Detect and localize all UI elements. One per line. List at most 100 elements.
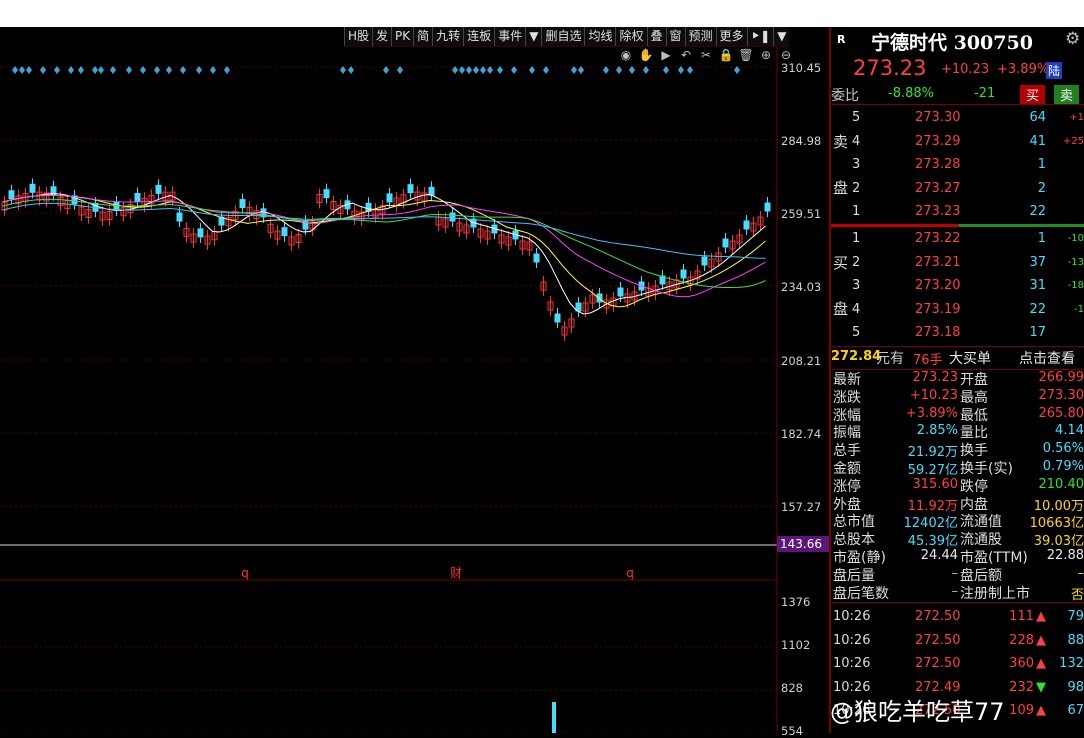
big-order-unit: 元有	[876, 348, 904, 368]
ask-row[interactable]: 4273.2941+25	[831, 131, 1084, 153]
buy-button[interactable]: 买	[1020, 85, 1045, 104]
chart-tool-icons: ◉ ✋ ▶ ↶ ✂ 🔒 🗑 ⊕ ⊖	[618, 48, 794, 62]
event-marker: q	[241, 566, 249, 580]
candle-body	[555, 314, 560, 322]
event-diamond	[529, 66, 535, 74]
ask-price: 273.23	[915, 204, 961, 219]
event-diamond	[348, 66, 354, 74]
bid-row[interactable]: 4273.1922-1	[831, 299, 1084, 321]
toolbar-button-4[interactable]: 九转	[432, 27, 463, 46]
candle-body	[324, 190, 329, 198]
ask-volume: 41	[1029, 134, 1046, 149]
ask-change: +25	[1063, 136, 1084, 147]
toolbar-button-8[interactable]: 删自选	[541, 27, 584, 46]
toolbar-button-0[interactable]: H股	[344, 27, 372, 46]
zoom-out-icon[interactable]: ⊖	[778, 48, 794, 62]
event-diamond	[578, 66, 584, 74]
event-diamond	[543, 66, 549, 74]
kline-chart-area[interactable]: q财q	[0, 27, 778, 733]
weibi-value: -21	[974, 86, 995, 101]
ask-row[interactable]: 2273.272	[831, 178, 1084, 200]
gear-icon[interactable]: ⚙	[1065, 29, 1080, 49]
ask-row[interactable]: 5273.3064+1	[831, 107, 1084, 129]
price-tick: 157.27	[781, 500, 821, 514]
candle-body	[240, 200, 245, 208]
toolbar-button-5[interactable]: 连板	[463, 27, 494, 46]
candle-body	[450, 213, 455, 221]
stat-value: 2.85%	[917, 423, 958, 438]
weibi-row: 委比 -8.88% -21 买 卖	[831, 84, 1084, 105]
stats-row: 盘后笔数–注册制上市否	[831, 583, 1084, 601]
bid-level: 3	[852, 278, 860, 293]
eye-icon[interactable]: ◉	[618, 48, 634, 62]
ask-row[interactable]: 3273.281	[831, 154, 1084, 176]
undo-icon[interactable]: ↶	[678, 48, 694, 62]
ask-change: +1	[1069, 112, 1084, 123]
toolbar-button-6[interactable]: 事件	[494, 27, 525, 46]
ask-level: 2	[852, 181, 860, 196]
tick-time: 10:26	[833, 609, 870, 624]
ask-row[interactable]: 1273.2322	[831, 201, 1084, 223]
volume-tick: 828	[781, 681, 803, 695]
toolbar-button-3[interactable]: 简	[413, 27, 432, 46]
stock-name: 宁德时代 300750	[871, 28, 1033, 55]
event-diamond	[497, 66, 503, 74]
view-big-order-link[interactable]: 点击查看	[1019, 348, 1075, 368]
bid-level: 2	[852, 255, 860, 270]
kline-chart-svg[interactable]: q财q	[0, 27, 778, 733]
bid-volume: 31	[1029, 278, 1046, 293]
event-diamond	[663, 66, 669, 74]
divider	[831, 602, 1084, 603]
trash-icon[interactable]: 🗑	[738, 48, 754, 62]
toolbar-button-14[interactable]: 更多	[716, 27, 747, 46]
play-icon[interactable]: ▶	[658, 48, 674, 62]
price-tick: 310.45	[781, 61, 821, 75]
sell-button[interactable]: 卖	[1054, 85, 1079, 104]
stat-value: 266.99	[1039, 370, 1084, 385]
hand-icon[interactable]: ✋	[638, 48, 654, 62]
volume-tick: 1376	[781, 595, 810, 609]
tick-time: 10:26	[833, 633, 870, 648]
bid-change: -10	[1068, 233, 1084, 244]
stat-value: 4.14	[1055, 423, 1084, 438]
zoom-in-icon[interactable]: ⊕	[758, 48, 774, 62]
arrow-down-icon: ▼	[1036, 680, 1046, 695]
bid-row[interactable]: 5273.1817	[831, 322, 1084, 344]
toolbar-button-12[interactable]: 窗	[666, 27, 685, 46]
ask-price: 273.30	[915, 110, 961, 125]
stat-value: 22.88	[1047, 548, 1084, 563]
toolbar-button-7[interactable]: ▼	[525, 27, 541, 46]
volume-tick: 1102	[781, 638, 810, 652]
stat-label: 盘后笔数	[833, 583, 889, 603]
ask-level: 4	[852, 134, 860, 149]
candle-body	[534, 254, 539, 262]
bid-price: 273.20	[915, 278, 961, 293]
bid-level: 4	[852, 302, 860, 317]
toolbar-button-16[interactable]: ▼	[773, 27, 789, 46]
toolbar-button-15[interactable]: ⯈❚	[747, 27, 774, 46]
scissors-icon[interactable]: ✂	[698, 48, 714, 62]
ask-price: 273.28	[915, 157, 961, 172]
volume-bar	[552, 702, 556, 733]
event-diamond	[154, 66, 160, 74]
bid-row[interactable]: 3273.2031-18	[831, 275, 1084, 297]
event-diamond	[678, 66, 684, 74]
toolbar-button-10[interactable]: 除权	[615, 27, 646, 46]
event-marker: q	[626, 566, 634, 580]
toolbar-button-2[interactable]: PK	[391, 27, 413, 46]
bid-row[interactable]: 2273.2137-13	[831, 252, 1084, 274]
toolbar-button-1[interactable]: 发	[372, 27, 391, 46]
event-diamond	[603, 66, 609, 74]
bid-row[interactable]: 1273.221-10	[831, 228, 1084, 250]
toolbar-button-9[interactable]: 均线	[584, 27, 615, 46]
toolbar-button-13[interactable]: 预测	[685, 27, 716, 46]
price-change: +10.23	[941, 62, 989, 77]
lock-icon[interactable]: 🔒	[718, 48, 734, 62]
ask-volume: 22	[1029, 204, 1046, 219]
big-order-price: 272.84	[831, 349, 881, 364]
quote-panel: R 宁德时代 300750 ⚙ 273.23 +10.23 +3.89% 陆 委…	[829, 27, 1084, 733]
big-order-row[interactable]: 272.84 元有 76手 大买单 点击查看	[831, 346, 1084, 370]
current-price-marker: 143.66	[777, 536, 832, 552]
toolbar-button-11[interactable]: 叠	[647, 27, 666, 46]
stat-value: –	[1078, 566, 1084, 581]
